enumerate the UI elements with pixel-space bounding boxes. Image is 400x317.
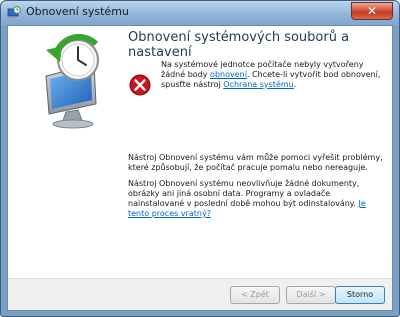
system-restore-icon: [7, 5, 21, 19]
error-message: Na systémové jednotce počítače nebyly vy…: [161, 60, 383, 90]
info-paragraph-1: Nástroj Obnovení systému vám může pomoci…: [128, 153, 383, 172]
dialog-window: Obnovení systému ✕ Obnovení systémových …: [0, 0, 400, 317]
button-bar: < Zpět Další > Storno: [8, 278, 392, 310]
error-text-part3: .: [293, 80, 297, 89]
info-paragraph-2-text: Nástroj Obnovení systému neovlivňuje žád…: [128, 179, 360, 208]
close-icon: ✕: [366, 4, 378, 18]
next-button[interactable]: Další >: [286, 286, 336, 304]
back-button[interactable]: < Zpět: [230, 286, 280, 304]
info-paragraph-2: Nástroj Obnovení systému neovlivňuje žád…: [128, 179, 386, 219]
page-title: Obnovení systémových souborů a nastavení: [128, 30, 350, 60]
system-protection-link[interactable]: Ochrana systému: [223, 80, 293, 89]
restore-points-link[interactable]: obnovení: [210, 70, 247, 79]
close-button[interactable]: ✕: [351, 2, 393, 20]
cancel-button[interactable]: Storno: [335, 286, 385, 304]
window-title: Obnovení systému: [26, 5, 129, 18]
title-bar[interactable]: Obnovení systému ✕: [1, 1, 399, 25]
system-restore-monitor-icon: [16, 32, 126, 132]
dialog-content: Obnovení systémových souborů a nastavení…: [7, 25, 393, 311]
error-icon: [129, 74, 151, 96]
